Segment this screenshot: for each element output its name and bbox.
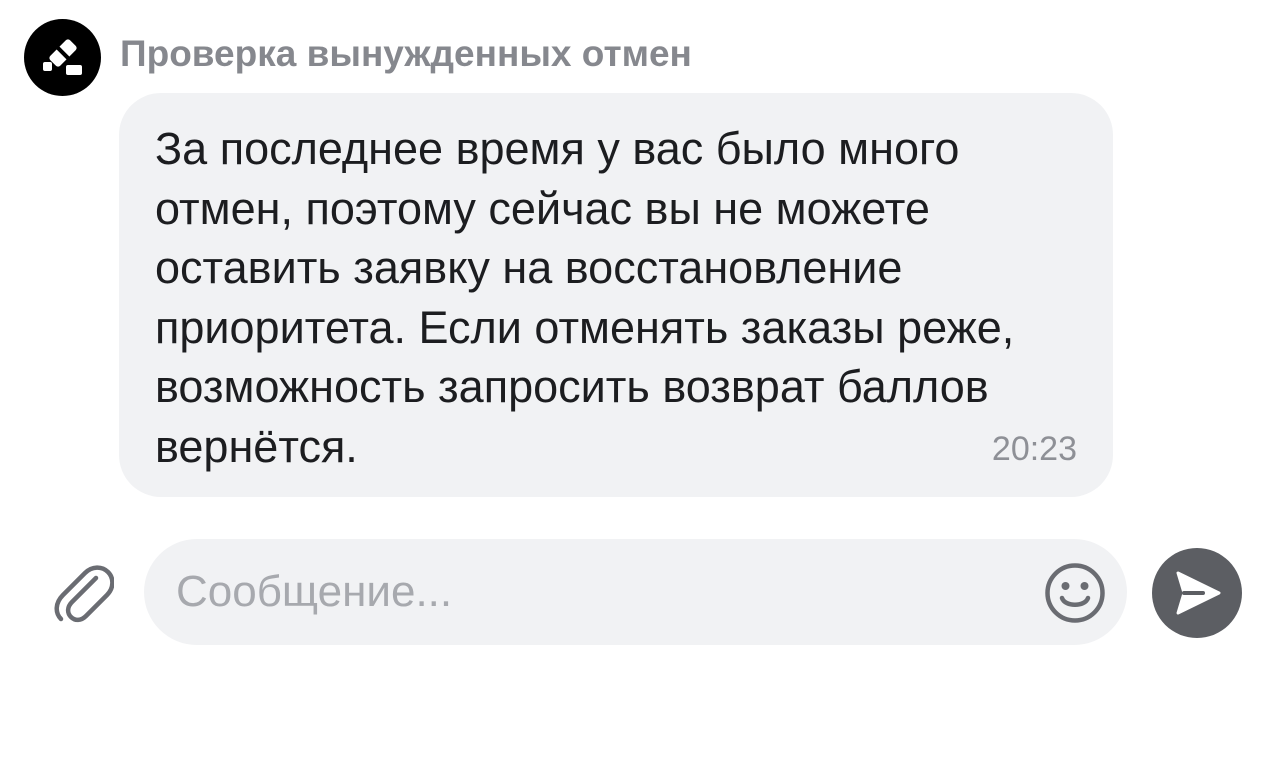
message-input[interactable] (176, 539, 1036, 645)
paperclip-icon (54, 565, 115, 623)
message-bubble: За последнее время у вас было много отме… (119, 93, 1113, 497)
chat-sender-name: Проверка вынужденных отмен (120, 33, 692, 74)
message-text: За последнее время у вас было много отме… (155, 123, 1015, 472)
gavel-icon (42, 38, 82, 75)
emoji-button[interactable] (1044, 562, 1106, 624)
send-arrow-icon (1176, 571, 1221, 615)
smiley-icon (1045, 563, 1105, 623)
message-input-container (144, 539, 1127, 645)
message-timestamp: 20:23 (991, 430, 1077, 468)
send-button[interactable] (1152, 548, 1242, 638)
attach-button[interactable] (52, 560, 115, 626)
sender-avatar[interactable] (24, 19, 101, 96)
